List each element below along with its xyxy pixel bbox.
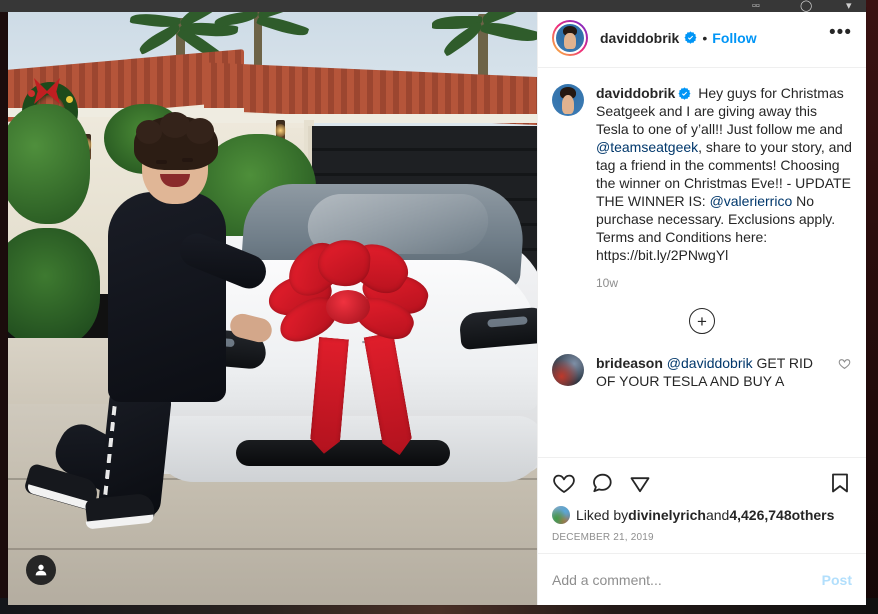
- chrome-menu-icon[interactable]: ▾: [846, 0, 852, 12]
- more-options-icon[interactable]: •••: [829, 23, 852, 47]
- caption-username[interactable]: daviddobrik: [596, 85, 675, 101]
- likes-row: Liked by divinelyrich and 4,426,748 othe…: [552, 506, 852, 524]
- comment-text: brideason @daviddobrik GET RID OF YOUR T…: [596, 354, 830, 390]
- heart-icon[interactable]: [552, 471, 576, 500]
- liker-username[interactable]: divinelyrich: [628, 507, 706, 523]
- browser-chrome-strip: ▫▫ ◯ ▾: [0, 0, 866, 12]
- shrub-lower-left: [8, 228, 100, 348]
- post-media-image[interactable]: T: [8, 8, 537, 605]
- wreath-ornament: [66, 96, 73, 103]
- add-comment-bar: Post: [538, 553, 866, 605]
- driveway-seam: [8, 548, 537, 550]
- comments-region[interactable]: daviddobrik Hey guys for Christmas Seatg…: [538, 68, 866, 457]
- comment-mention[interactable]: @daviddobrik: [667, 355, 753, 371]
- likes-prefix: Liked by: [576, 507, 629, 523]
- roof-eave-right: [208, 114, 537, 123]
- bow-center-knot: [326, 290, 370, 324]
- chrome-profile-icon[interactable]: ◯: [800, 0, 812, 12]
- headlight-right: [458, 306, 537, 350]
- post-date: DECEMBER 21, 2019: [552, 532, 654, 543]
- action-bar: Liked by divinelyrich and 4,426,748 othe…: [538, 457, 866, 553]
- follow-button[interactable]: Follow: [712, 30, 756, 46]
- comment-username[interactable]: brideason: [596, 355, 663, 371]
- instagram-post-modal: T: [8, 8, 866, 605]
- list-item: brideason @daviddobrik GET RID OF YOUR T…: [552, 354, 852, 390]
- header-username[interactable]: daviddobrik: [600, 30, 679, 46]
- caption-timestamp: 10w: [596, 276, 619, 290]
- person-icon[interactable]: [26, 555, 56, 585]
- verified-badge-icon: [684, 31, 697, 44]
- header-username-wrap: daviddobrik • Follow: [600, 30, 829, 46]
- post-header: daviddobrik • Follow •••: [538, 8, 866, 68]
- avatar-image: [554, 21, 586, 54]
- bookmark-icon[interactable]: [828, 471, 852, 500]
- plus-icon[interactable]: +: [689, 308, 715, 334]
- liker-avatar[interactable]: [552, 506, 570, 524]
- comment-avatar[interactable]: [552, 354, 584, 386]
- likes-middle: and: [705, 507, 730, 523]
- verified-badge-icon: [678, 87, 691, 100]
- likes-suffix[interactable]: others: [792, 507, 835, 523]
- wreath-ornament: [28, 90, 35, 97]
- caption-mention-teamseatgeek[interactable]: @teamseatgeek: [596, 139, 698, 155]
- shrub-left: [8, 104, 90, 224]
- load-more-row: +: [552, 308, 852, 334]
- likes-count[interactable]: 4,426,748: [729, 507, 791, 523]
- caption-avatar[interactable]: [552, 84, 584, 116]
- caption-row: daviddobrik Hey guys for Christmas Seatg…: [552, 84, 852, 292]
- header-separator: •: [702, 29, 708, 46]
- caption-mention-valerierrico[interactable]: @valerierrico: [710, 193, 793, 209]
- tesla-grille: [236, 440, 450, 466]
- person-eye-right: [182, 158, 193, 162]
- red-gift-bow: [264, 233, 432, 364]
- action-icons: [552, 466, 852, 504]
- heart-outline-icon[interactable]: [838, 357, 852, 390]
- caption-text: daviddobrik Hey guys for Christmas Seatg…: [596, 84, 852, 292]
- avatar[interactable]: [552, 19, 588, 56]
- person-torso: [108, 192, 226, 402]
- share-paper-plane-icon[interactable]: [628, 471, 652, 500]
- chrome-tabs-icon[interactable]: ▫▫: [752, 0, 760, 12]
- comment-input[interactable]: [552, 571, 822, 588]
- person-hair: [134, 112, 218, 170]
- person-eye-left: [156, 160, 167, 164]
- post-sidebar: daviddobrik • Follow ••• daviddobrik Hey…: [537, 8, 866, 605]
- post-comment-button[interactable]: Post: [822, 572, 852, 588]
- comment-icon[interactable]: [590, 471, 614, 500]
